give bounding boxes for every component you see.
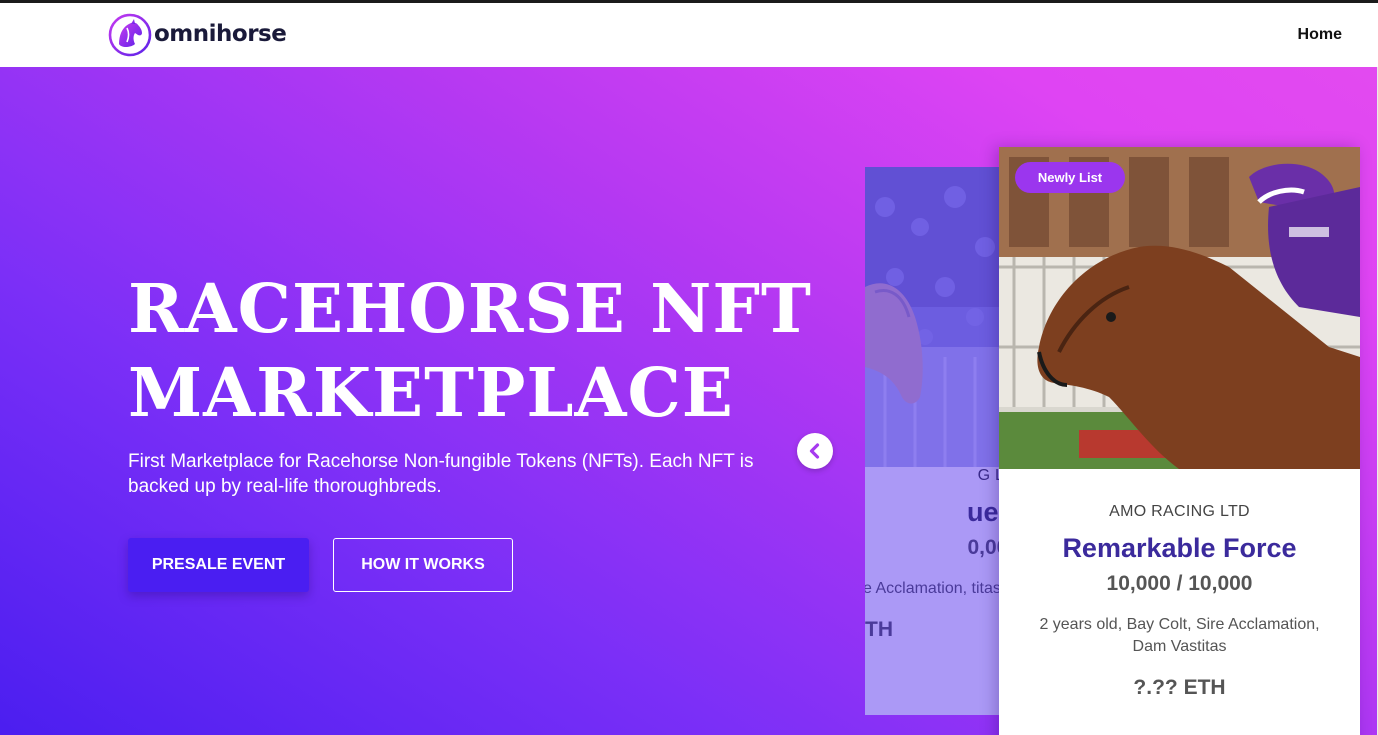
chevron-left-icon <box>809 443 820 459</box>
card-horse-name: Remarkable Force <box>1062 533 1297 563</box>
presale-event-button[interactable]: PRESALE EVENT <box>128 538 309 592</box>
horse-photo: Newly List <box>999 147 1360 469</box>
hero-title-line2: MARKETPLACE <box>128 353 734 432</box>
brand-name: omnihorse <box>154 21 287 47</box>
how-it-works-button[interactable]: HOW IT WORKS <box>333 538 513 592</box>
card-front-info: AMO RACING LTD Remarkable Force 10,000 /… <box>999 503 1360 700</box>
brand-logo[interactable]: omnihorse <box>107 10 287 60</box>
horse-head-icon <box>108 13 152 57</box>
card-supply: 10,000 / 10,000 <box>1106 572 1253 595</box>
hero-title-line1: RACEHORSE NFT <box>128 269 812 348</box>
card-description: 2 years old, Bay Colt, Sire Acclamation,… <box>1039 616 1320 655</box>
nft-card-front[interactable]: Newly List AMO RACING LTD Remarkable For… <box>999 147 1360 735</box>
carousel-prev-button[interactable] <box>797 433 833 469</box>
hero-subtitle: First Marketplace for Racehorse Non-fung… <box>128 451 754 497</box>
navbar: omnihorse Home <box>0 3 1378 67</box>
hero-title: RACEHORSE NFT MARKETPLACE <box>128 267 812 435</box>
hero-section: RACEHORSE NFT MARKETPLACE First Marketpl… <box>0 67 1378 735</box>
nav-home-link[interactable]: Home <box>1298 26 1342 44</box>
card-owner: AMO RACING LTD <box>1109 503 1250 520</box>
newly-listed-badge: Newly List <box>1015 162 1125 193</box>
card-price: ?.?? ETH <box>1133 676 1226 699</box>
